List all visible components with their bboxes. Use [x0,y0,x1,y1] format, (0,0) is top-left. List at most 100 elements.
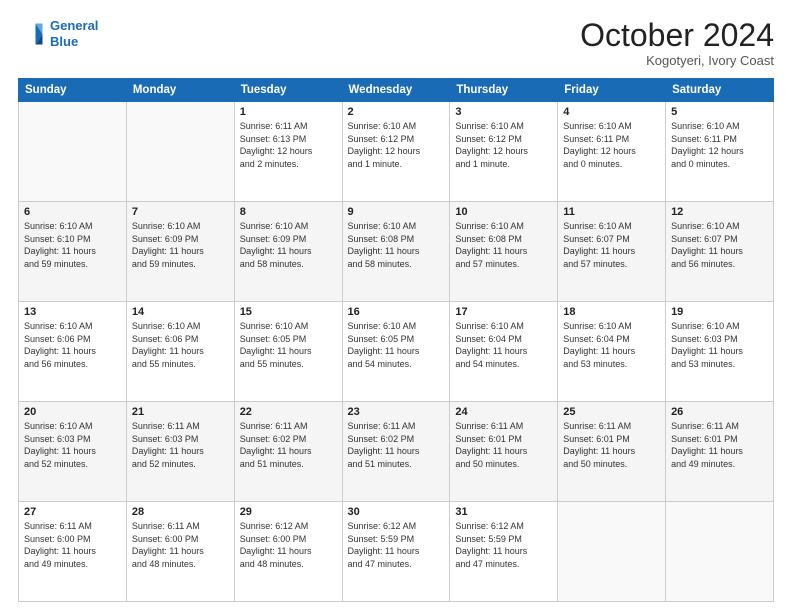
day-number: 16 [348,306,445,318]
cell-text: Sunrise: 6:11 AM Sunset: 6:02 PM Dayligh… [240,420,337,470]
cell-text: Sunrise: 6:10 AM Sunset: 6:11 PM Dayligh… [671,120,768,170]
calendar-cell: 23Sunrise: 6:11 AM Sunset: 6:02 PM Dayli… [342,402,450,502]
calendar-cell: 8 Sunrise: 6:10 AM Sunset: 6:09 PM Daylig… [234,202,342,302]
day-number: 30 [348,506,445,518]
day-number: 10 [455,206,552,218]
calendar-week-row: 6 Sunrise: 6:10 AM Sunset: 6:10 PM Daylig… [19,202,774,302]
cell-text: Sunrise: 6:10 AM Sunset: 6:06 PM Dayligh… [24,320,121,370]
cell-text: Sunrise: 6:11 AM Sunset: 6:01 PM Dayligh… [455,420,552,470]
day-number: 2 [348,106,445,118]
month-title: October 2024 [580,18,774,53]
cell-text: Sunrise: 6:12 AM Sunset: 6:00 PM Dayligh… [240,520,337,570]
calendar-cell: 5 Sunrise: 6:10 AM Sunset: 6:11 PM Daylig… [666,102,774,202]
weekday-row: SundayMondayTuesdayWednesdayThursdayFrid… [19,79,774,102]
calendar-cell: 25Sunrise: 6:11 AM Sunset: 6:01 PM Dayli… [558,402,666,502]
header: General Blue October 2024 Kogotyeri, Ivo… [18,18,774,68]
calendar-cell: 22 Sunrise: 6:11 AM Sunset: 6:02 PM Dayli… [234,402,342,502]
day-number: 22 [240,406,337,418]
logo-blue: Blue [50,34,78,49]
calendar-cell: 13 Sunrise: 6:10 AM Sunset: 6:06 PM Dayli… [19,302,127,402]
day-number: 5 [671,106,768,118]
weekday-header: Monday [126,79,234,102]
day-number: 1 [240,106,337,118]
day-number: 29 [240,506,337,518]
day-number: 9 [348,206,445,218]
calendar-cell: 29 Sunrise: 6:12 AM Sunset: 6:00 PM Dayli… [234,502,342,602]
cell-text: Sunrise: 6:11 AM Sunset: 6:00 PM Dayligh… [24,520,121,570]
cell-text: Sunrise: 6:10 AM Sunset: 6:10 PM Dayligh… [24,220,121,270]
cell-text: Sunrise: 6:10 AM Sunset: 6:03 PM Dayligh… [24,420,121,470]
calendar-cell: 14 Sunrise: 6:10 AM Sunset: 6:06 PM Dayli… [126,302,234,402]
cell-text: Sunrise: 6:10 AM Sunset: 6:09 PM Dayligh… [132,220,229,270]
calendar-cell: 16 Sunrise: 6:10 AM Sunset: 6:05 PM Dayli… [342,302,450,402]
calendar-cell: 21Sunrise: 6:11 AM Sunset: 6:03 PM Dayli… [126,402,234,502]
calendar-cell: 6 Sunrise: 6:10 AM Sunset: 6:10 PM Daylig… [19,202,127,302]
calendar-cell: 27 Sunrise: 6:11 AM Sunset: 6:00 PM Dayli… [19,502,127,602]
cell-text: Sunrise: 6:12 AM Sunset: 5:59 PM Dayligh… [348,520,445,570]
calendar-cell: 4 Sunrise: 6:10 AM Sunset: 6:11 PM Daylig… [558,102,666,202]
day-number: 31 [455,506,552,518]
day-number: 23 [348,406,445,418]
day-number: 13 [24,306,121,318]
cell-text: Sunrise: 6:11 AM Sunset: 6:13 PM Dayligh… [240,120,337,170]
cell-text: Sunrise: 6:10 AM Sunset: 6:06 PM Dayligh… [132,320,229,370]
weekday-header: Sunday [19,79,127,102]
weekday-header: Wednesday [342,79,450,102]
day-number: 4 [563,106,660,118]
calendar-body: 1 Sunrise: 6:11 AM Sunset: 6:13 PM Daylig… [19,102,774,602]
day-number: 14 [132,306,229,318]
cell-text: Sunrise: 6:10 AM Sunset: 6:08 PM Dayligh… [348,220,445,270]
calendar-cell [558,502,666,602]
calendar-cell [666,502,774,602]
day-number: 19 [671,306,768,318]
cell-text: Sunrise: 6:10 AM Sunset: 6:07 PM Dayligh… [563,220,660,270]
calendar-cell: 30 Sunrise: 6:12 AM Sunset: 5:59 PM Dayli… [342,502,450,602]
day-number: 18 [563,306,660,318]
cell-text: Sunrise: 6:10 AM Sunset: 6:12 PM Dayligh… [348,120,445,170]
cell-text: Sunrise: 6:10 AM Sunset: 6:05 PM Dayligh… [348,320,445,370]
day-number: 17 [455,306,552,318]
day-number: 11 [563,206,660,218]
calendar-cell: 20 Sunrise: 6:10 AM Sunset: 6:03 PM Dayli… [19,402,127,502]
calendar-cell: 11 Sunrise: 6:10 AM Sunset: 6:07 PM Dayli… [558,202,666,302]
calendar-cell: 24 Sunrise: 6:11 AM Sunset: 6:01 PM Dayli… [450,402,558,502]
cell-text: Sunrise: 6:10 AM Sunset: 6:11 PM Dayligh… [563,120,660,170]
calendar-cell [19,102,127,202]
day-number: 3 [455,106,552,118]
calendar-cell: 17 Sunrise: 6:10 AM Sunset: 6:04 PM Dayli… [450,302,558,402]
calendar-cell: 10 Sunrise: 6:10 AM Sunset: 6:08 PM Dayli… [450,202,558,302]
day-number: 27 [24,506,121,518]
calendar-week-row: 20 Sunrise: 6:10 AM Sunset: 6:03 PM Dayli… [19,402,774,502]
day-number: 20 [24,406,121,418]
calendar-cell: 15Sunrise: 6:10 AM Sunset: 6:05 PM Dayli… [234,302,342,402]
calendar-week-row: 1 Sunrise: 6:11 AM Sunset: 6:13 PM Daylig… [19,102,774,202]
cell-text: Sunrise: 6:10 AM Sunset: 6:08 PM Dayligh… [455,220,552,270]
cell-text: Sunrise: 6:10 AM Sunset: 6:04 PM Dayligh… [455,320,552,370]
weekday-header: Thursday [450,79,558,102]
cell-text: Sunrise: 6:10 AM Sunset: 6:04 PM Dayligh… [563,320,660,370]
calendar-cell: 19Sunrise: 6:10 AM Sunset: 6:03 PM Dayli… [666,302,774,402]
cell-text: Sunrise: 6:10 AM Sunset: 6:07 PM Dayligh… [671,220,768,270]
calendar-cell: 7 Sunrise: 6:10 AM Sunset: 6:09 PM Daylig… [126,202,234,302]
logo-text: General Blue [50,18,98,49]
day-number: 7 [132,206,229,218]
day-number: 26 [671,406,768,418]
calendar-cell [126,102,234,202]
calendar-cell: 18 Sunrise: 6:10 AM Sunset: 6:04 PM Dayli… [558,302,666,402]
weekday-header: Tuesday [234,79,342,102]
day-number: 25 [563,406,660,418]
weekday-header: Friday [558,79,666,102]
cell-text: Sunrise: 6:10 AM Sunset: 6:12 PM Dayligh… [455,120,552,170]
cell-text: Sunrise: 6:10 AM Sunset: 6:09 PM Dayligh… [240,220,337,270]
cell-text: Sunrise: 6:12 AM Sunset: 5:59 PM Dayligh… [455,520,552,570]
calendar-header: SundayMondayTuesdayWednesdayThursdayFrid… [19,79,774,102]
day-number: 6 [24,206,121,218]
day-number: 24 [455,406,552,418]
page: General Blue October 2024 Kogotyeri, Ivo… [0,0,792,612]
day-number: 8 [240,206,337,218]
calendar-cell: 26Sunrise: 6:11 AM Sunset: 6:01 PM Dayli… [666,402,774,502]
cell-text: Sunrise: 6:11 AM Sunset: 6:00 PM Dayligh… [132,520,229,570]
calendar-cell: 12Sunrise: 6:10 AM Sunset: 6:07 PM Dayli… [666,202,774,302]
calendar-week-row: 27 Sunrise: 6:11 AM Sunset: 6:00 PM Dayli… [19,502,774,602]
cell-text: Sunrise: 6:11 AM Sunset: 6:03 PM Dayligh… [132,420,229,470]
